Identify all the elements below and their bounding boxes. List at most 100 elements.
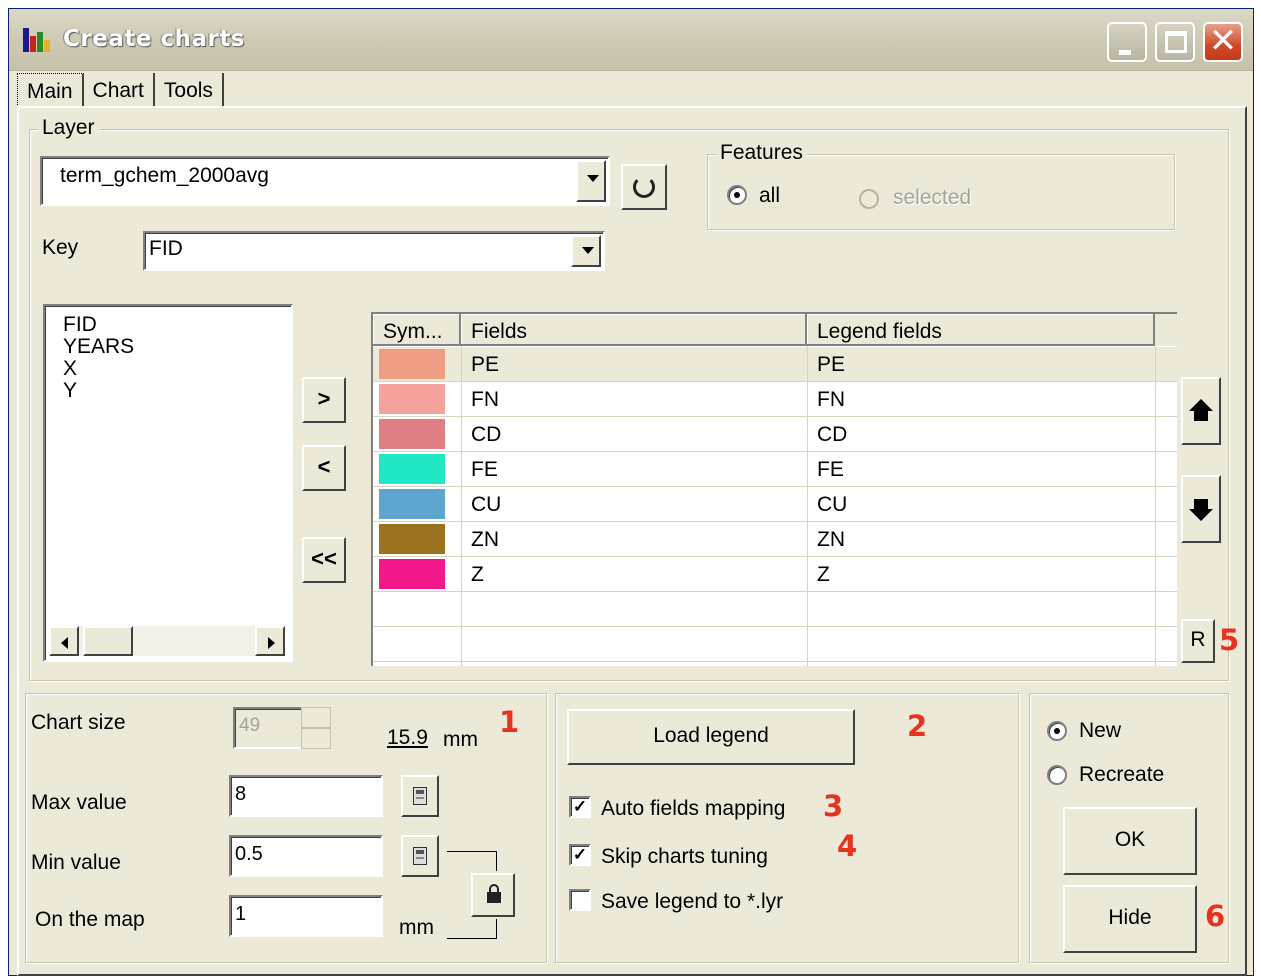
available-fields-list[interactable]: FID YEARS X Y <box>43 304 293 662</box>
grid-line <box>461 346 462 666</box>
on-the-map-text: 1 <box>235 903 247 925</box>
legend-field-cell[interactable]: ZN <box>817 528 845 552</box>
features-selected-label: selected <box>893 186 972 209</box>
tab-tools[interactable]: Tools <box>155 73 224 107</box>
list-item[interactable]: YEARS <box>63 336 134 358</box>
chevron-down-icon <box>582 247 594 254</box>
legend-field-cell[interactable]: CU <box>817 493 847 517</box>
list-item[interactable]: FID <box>63 314 97 336</box>
recreate-radio[interactable] <box>1047 765 1067 785</box>
symbol-swatch[interactable] <box>379 559 445 589</box>
symbol-swatch[interactable] <box>379 524 445 554</box>
field-cell[interactable]: ZN <box>471 528 499 552</box>
min-value-input[interactable]: 0.5 <box>229 835 383 877</box>
legend-field-cell[interactable]: CD <box>817 423 847 447</box>
chart-app-icon <box>23 28 51 52</box>
scroll-thumb[interactable] <box>83 626 133 656</box>
table-row[interactable]: CU CU <box>373 487 1177 522</box>
calculator-icon <box>413 847 427 865</box>
tab-main[interactable]: Main <box>17 73 84 107</box>
callout-4: 4 <box>837 829 858 863</box>
features-selected-radio[interactable] <box>859 189 879 209</box>
key-combo-dropdown[interactable] <box>571 235 601 267</box>
scroll-left-button[interactable] <box>49 626 79 656</box>
skip-charts-tuning-label: Skip charts tuning <box>601 845 768 868</box>
table-row[interactable]: CD CD <box>373 417 1177 452</box>
layer-combo-dropdown[interactable] <box>576 160 606 202</box>
max-value-input[interactable]: 8 <box>229 775 383 817</box>
chevron-down-icon <box>587 175 599 182</box>
legend-field-cell[interactable]: PE <box>817 353 845 377</box>
arrow-right-icon <box>268 637 275 649</box>
ok-button[interactable]: OK <box>1063 807 1197 875</box>
scroll-right-button[interactable] <box>255 626 285 656</box>
list-item[interactable]: Y <box>63 380 77 402</box>
reset-button[interactable]: R <box>1181 619 1215 663</box>
hide-button[interactable]: Hide <box>1063 885 1197 953</box>
table-row[interactable]: FN FN <box>373 382 1177 417</box>
features-all-radio[interactable] <box>727 185 747 205</box>
field-cell[interactable]: FE <box>471 458 498 482</box>
column-header-legend-fields[interactable]: Legend fields <box>807 314 1155 346</box>
symbol-swatch[interactable] <box>379 349 445 379</box>
field-cell[interactable]: CD <box>471 423 501 447</box>
chart-size-input[interactable]: 49 <box>233 707 303 749</box>
remove-field-button[interactable]: < <box>302 445 346 491</box>
min-value-label: Min value <box>31 851 121 874</box>
auto-fields-mapping-checkbox[interactable]: ✓ <box>569 796 591 818</box>
move-up-button[interactable] <box>1181 377 1221 445</box>
legend-field-cell[interactable]: FE <box>817 458 844 482</box>
chart-size-spinner[interactable] <box>301 707 331 749</box>
new-radio[interactable] <box>1047 721 1067 741</box>
field-cell[interactable]: PE <box>471 353 499 377</box>
table-row[interactable] <box>373 627 1177 662</box>
table-row[interactable]: PE PE <box>373 347 1177 382</box>
minimize-button[interactable] <box>1107 22 1147 62</box>
spin-up-button[interactable] <box>301 707 331 728</box>
move-down-button[interactable] <box>1181 475 1221 543</box>
list-item[interactable]: X <box>63 358 77 380</box>
field-cell[interactable]: Z <box>471 563 484 587</box>
add-field-button[interactable]: > <box>302 377 346 423</box>
column-header-fields[interactable]: Fields <box>461 314 807 346</box>
table-row[interactable] <box>373 592 1177 627</box>
spin-down-button[interactable] <box>301 728 331 749</box>
min-value-calc-button[interactable] <box>401 835 439 877</box>
horizontal-scrollbar[interactable] <box>49 626 285 656</box>
skip-charts-tuning-checkbox[interactable]: ✓ <box>569 844 591 866</box>
max-value-calc-button[interactable] <box>401 775 439 817</box>
remove-all-fields-button[interactable]: << <box>302 537 346 583</box>
minimize-icon <box>1119 50 1131 55</box>
lock-button[interactable] <box>471 873 515 917</box>
legend-field-cell[interactable]: FN <box>817 388 845 412</box>
key-combo[interactable]: FID <box>143 231 605 271</box>
symbol-swatch[interactable] <box>379 384 445 414</box>
fields-grid[interactable]: Sym... Fields Legend fields PE PE FN FN CD CD… <box>371 312 1177 666</box>
table-row[interactable]: ZN ZN <box>373 522 1177 557</box>
tab-chart[interactable]: Chart <box>84 73 155 107</box>
calculator-icon <box>413 787 427 805</box>
key-combo-value: FID <box>149 237 183 260</box>
on-the-map-input[interactable]: 1 <box>229 895 383 937</box>
new-label: New <box>1079 719 1122 742</box>
arrow-up-icon <box>1189 399 1213 421</box>
symbol-swatch[interactable] <box>379 419 445 449</box>
field-cell[interactable]: CU <box>471 493 501 517</box>
callout-3: 3 <box>823 789 844 823</box>
field-cell[interactable]: FN <box>471 388 499 412</box>
layer-combo[interactable]: term_gchem_2000avg <box>40 156 610 206</box>
close-button[interactable]: ✕ <box>1203 21 1243 62</box>
load-legend-button[interactable]: Load legend <box>567 709 855 765</box>
title-bar[interactable]: Create charts ✕ <box>9 9 1253 71</box>
save-legend-checkbox[interactable] <box>569 889 591 911</box>
chart-size-mm-value[interactable]: 15.9 <box>387 726 428 750</box>
table-row[interactable]: ZZ <box>373 557 1177 592</box>
symbol-swatch[interactable] <box>379 454 445 484</box>
table-row[interactable]: FE FE <box>373 452 1177 487</box>
symbol-swatch[interactable] <box>379 489 445 519</box>
layer-group-label: Layer <box>38 116 99 140</box>
legend-field-cell[interactable]: Z <box>817 563 830 587</box>
column-header-symbol[interactable]: Sym... <box>373 314 461 346</box>
maximize-button[interactable] <box>1155 22 1195 62</box>
refresh-button[interactable] <box>621 164 667 210</box>
